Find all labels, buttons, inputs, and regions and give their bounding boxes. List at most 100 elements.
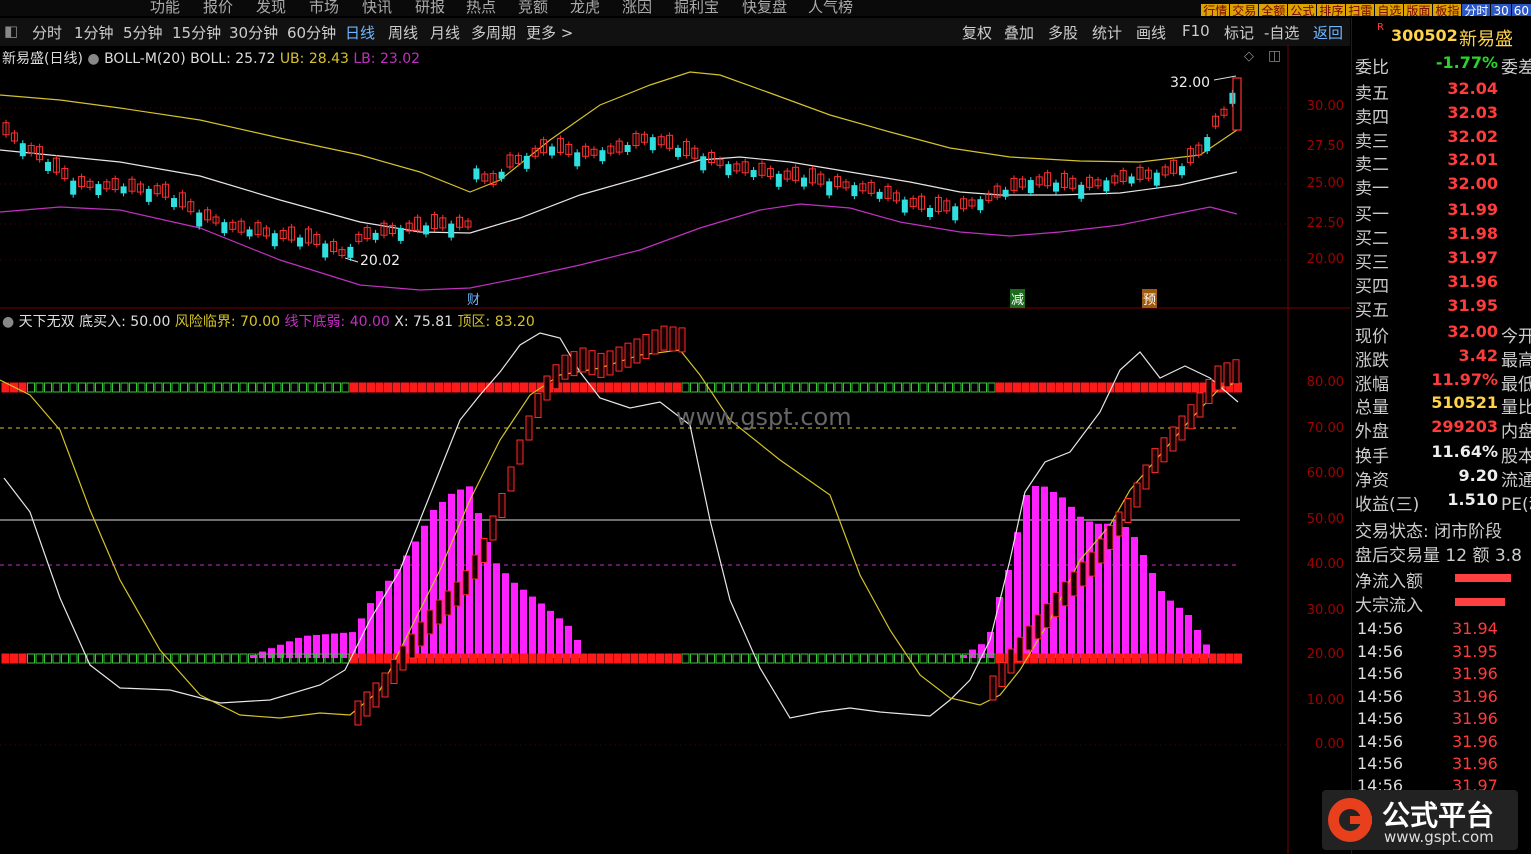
period-tab[interactable]: 周线 [388, 22, 418, 43]
diamond-icon[interactable]: ◇ [1244, 49, 1254, 64]
period-tab[interactable]: 多周期 [471, 22, 516, 43]
menu-item[interactable]: 市场 [309, 0, 339, 16]
quick-button[interactable]: 版面 [1404, 4, 1433, 16]
tool-button[interactable]: 多股 [1048, 22, 1078, 43]
period-tab[interactable]: 5分钟 [123, 22, 163, 43]
x-line-block [1178, 415, 1186, 441]
bottom-zone-block [996, 653, 1004, 664]
top-zone-block [146, 382, 154, 393]
x-line-block [651, 329, 659, 355]
tool-button[interactable]: F10 [1182, 22, 1210, 40]
stat-ext: 股本 [1501, 447, 1531, 467]
x-line-block [1133, 482, 1141, 508]
bottom-zone-block [129, 653, 137, 664]
settings-icon[interactable]: ● [87, 51, 99, 67]
panel-toggle-icon[interactable]: ◧ [4, 22, 18, 40]
bottom-zone-block [562, 653, 571, 664]
quick-button[interactable]: 公式 [1288, 4, 1317, 16]
period-tab[interactable]: 30分钟 [229, 22, 278, 43]
x-line-block [354, 700, 362, 726]
y-tick: 27.50 [1306, 139, 1344, 154]
ask-row[interactable]: 卖四 32.03 [1355, 103, 1531, 128]
top-zone-block [52, 382, 61, 393]
bottom-zone-block [1123, 653, 1132, 664]
bid-row[interactable]: 买二 31.98 [1355, 224, 1531, 249]
menu-item[interactable]: 掘利宝 [674, 0, 719, 16]
top-zone-block [1191, 382, 1200, 393]
more-tab[interactable]: 更多 > [526, 22, 573, 43]
tool-button[interactable]: -自选 [1264, 22, 1299, 43]
y-tick: 30.00 [1306, 99, 1344, 114]
quick-button[interactable]: 扫雷 [1346, 4, 1375, 16]
tool-button[interactable]: 标记 [1224, 22, 1254, 43]
ask-row[interactable]: 卖二 32.01 [1355, 150, 1531, 175]
stat-label: 总量 [1355, 398, 1389, 418]
bid-row[interactable]: 买一 31.99 [1355, 200, 1531, 225]
tool-button[interactable]: 统计 [1092, 22, 1122, 43]
settings-icon[interactable]: ● [2, 314, 14, 330]
tool-button[interactable]: 复权 [962, 22, 992, 43]
menu-item[interactable]: 快复盘 [742, 0, 787, 16]
top-zone-block [979, 382, 987, 393]
quick-button[interactable]: 30 [1491, 4, 1511, 16]
period-tab[interactable]: 60分钟 [287, 22, 336, 43]
tool-button[interactable]: 画线 [1136, 22, 1166, 43]
period-tab[interactable]: 分时 [32, 22, 62, 43]
x-line-block [417, 621, 425, 647]
quick-button[interactable]: 交易 [1230, 4, 1259, 16]
after-hours-text: 盘后交易量 12 额 3.8 [1355, 546, 1522, 566]
menu-item[interactable]: 热点 [466, 0, 496, 16]
quick-button[interactable]: 自选 [1375, 4, 1404, 16]
ask-row[interactable]: 卖五 32.04 [1355, 79, 1531, 104]
return-button[interactable]: 返回 [1313, 22, 1343, 43]
histogram-bar [1176, 607, 1183, 658]
bid-row[interactable]: 买四 31.96 [1355, 272, 1531, 297]
chart-area[interactable] [0, 45, 1350, 854]
quick-button[interactable]: 分时 [1462, 4, 1491, 16]
ask-row[interactable]: 卖一 32.00 [1355, 174, 1531, 199]
risk-value: 风险临界: 70.00 [174, 314, 281, 330]
quick-button[interactable]: 板指 [1433, 4, 1462, 16]
bottom-zone-block [61, 653, 69, 664]
period-tab[interactable]: 月线 [430, 22, 460, 43]
candle-body [523, 155, 530, 169]
tool-button[interactable]: 叠加 [1004, 22, 1034, 43]
quick-button[interactable]: 行情 [1201, 4, 1230, 16]
menu-item[interactable]: 龙虎 [570, 0, 600, 16]
menu-item[interactable]: 涨因 [622, 0, 652, 16]
quick-button[interactable]: 全额 [1259, 4, 1288, 16]
window-toggle-icon[interactable]: ◫ [1268, 48, 1281, 64]
quick-button[interactable]: 60 [1511, 4, 1531, 16]
menu-item[interactable]: 人气榜 [808, 0, 853, 16]
bid-row[interactable]: 买三 31.97 [1355, 248, 1531, 273]
period-tab-active[interactable]: 日线 [345, 22, 375, 43]
ask-row[interactable]: 卖三 32.02 [1355, 127, 1531, 152]
menu-item[interactable]: 竞额 [518, 0, 548, 16]
top-zone-block [231, 382, 239, 393]
top-zone-block [494, 382, 503, 393]
top-zone-block [511, 382, 520, 393]
quote-sidebar: R 300502 新易盛 委比 -1.77% 委差 卖五 32.04 卖四 32.0… [1351, 18, 1531, 854]
menu-item[interactable]: 发现 [256, 0, 286, 16]
menu-item[interactable]: 快讯 [362, 0, 392, 16]
period-tab[interactable]: 1分钟 [74, 22, 114, 43]
tick-price: 31.94 [1452, 619, 1498, 638]
menu-item[interactable]: 报价 [203, 0, 233, 16]
candle-body [574, 152, 581, 167]
histogram-bar [394, 569, 401, 658]
event-marker-finance[interactable]: 财 [467, 289, 480, 308]
bottom-zone-block [775, 653, 783, 664]
menu-item[interactable]: 功能 [150, 0, 180, 16]
candle-body [246, 229, 253, 237]
event-marker-forecast[interactable]: 预 [1142, 289, 1158, 308]
menu-item[interactable]: 研报 [415, 0, 445, 16]
period-tab[interactable]: 15分钟 [172, 22, 221, 43]
event-marker-reduce[interactable]: 减 [1010, 289, 1026, 308]
bottom-zone-block [928, 653, 936, 664]
candle-body [372, 232, 379, 240]
candle-body [675, 147, 681, 157]
stat-ext: 内盘 [1501, 422, 1531, 442]
top-zone-block [350, 382, 358, 393]
bid-row[interactable]: 买五 31.95 [1355, 296, 1531, 321]
quick-button[interactable]: 排序 [1317, 4, 1346, 16]
